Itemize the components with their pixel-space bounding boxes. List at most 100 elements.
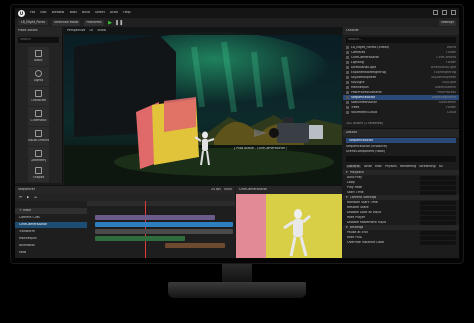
prop-value[interactable]: [420, 235, 456, 240]
tool-geometry[interactable]: Geometry: [28, 147, 49, 166]
details-tab[interactable]: Streaming: [419, 165, 435, 168]
camera-preview-header: CineCameraActor: [236, 186, 342, 194]
track-row[interactable]: Transform: [15, 229, 87, 235]
skip-forward-icon[interactable]: ⏭: [34, 196, 37, 199]
visibility-icon[interactable]: [346, 61, 349, 64]
clip-transform[interactable]: [95, 229, 233, 234]
details-search[interactable]: [346, 156, 456, 162]
prop-value[interactable]: [420, 200, 456, 205]
selection-mode-label: Selection Mode: [54, 20, 79, 24]
visibility-icon[interactable]: [346, 46, 349, 49]
visibility-icon[interactable]: [346, 86, 349, 89]
track-row[interactable]: Animation: [15, 243, 87, 249]
close-icon[interactable]: [451, 10, 456, 15]
prop-value[interactable]: [420, 180, 456, 185]
minimize-icon[interactable]: [433, 10, 438, 15]
place-actors-search[interactable]: Search: [18, 37, 59, 43]
component-row[interactable]: SceneComponent (Root): [343, 149, 459, 154]
prop-value[interactable]: [420, 185, 456, 190]
sequencer-timeline-ruler[interactable]: [87, 201, 235, 206]
level-tab[interactable]: L8_Night_Fores: [18, 19, 49, 26]
platforms-button[interactable]: Platforms: [84, 19, 104, 26]
prop-value[interactable]: [420, 220, 456, 225]
viewport-tab-lit[interactable]: Lit: [89, 29, 93, 32]
menu-file[interactable]: File: [30, 11, 35, 14]
pause-icon[interactable]: ❚❚: [115, 20, 123, 26]
visibility-icon[interactable]: [346, 71, 349, 74]
outliner-row-type: Cloud: [446, 110, 456, 114]
prop-value[interactable]: [420, 240, 456, 245]
track-row[interactable]: Camera Cuts: [15, 215, 87, 221]
menu-build[interactable]: Build: [82, 11, 90, 14]
visibility-icon[interactable]: [346, 81, 349, 84]
skip-back-icon[interactable]: ⏮: [19, 196, 22, 199]
selection-mode-button[interactable]: Selection Mode: [52, 19, 81, 26]
track-row[interactable]: Mannequin: [15, 236, 87, 242]
tool-character[interactable]: Character: [28, 87, 49, 106]
prop-row[interactable]: Override Instance Data: [343, 240, 459, 245]
tool-visual-effects-label: Visual Effects: [27, 139, 50, 143]
details-tab[interactable]: All: [439, 165, 443, 168]
outliner-row-type: Folder: [446, 105, 456, 109]
prop-label: Random Start Time: [347, 200, 378, 204]
play-icon[interactable]: ▶: [27, 196, 29, 199]
tool-basic[interactable]: Basic: [28, 47, 49, 66]
prop-label: Start Time: [347, 190, 364, 194]
track-row[interactable]: Fade: [15, 250, 87, 256]
menu-help[interactable]: Help: [123, 11, 130, 14]
details-tab[interactable]: Rendering: [400, 165, 416, 168]
details-tab[interactable]: General: [346, 164, 361, 169]
sequencer-title: Sequencer: [18, 188, 36, 192]
track-label: Animation: [19, 244, 36, 248]
clip-camera-cuts[interactable]: [95, 215, 215, 220]
visibility-icon[interactable]: [346, 96, 349, 99]
visibility-icon[interactable]: [346, 66, 349, 69]
track-add[interactable]: + Track: [15, 208, 87, 214]
prop-value[interactable]: [420, 210, 456, 215]
menu-actor[interactable]: Actor: [110, 11, 118, 14]
visibility-icon[interactable]: [346, 111, 349, 114]
outliner-row-type: PostProcess: [437, 90, 456, 94]
viewport-tab-show[interactable]: Show: [97, 29, 106, 32]
visibility-icon[interactable]: [346, 56, 349, 59]
unreal-logo-icon[interactable]: U: [18, 9, 25, 17]
menu-window[interactable]: Window: [52, 11, 65, 14]
tool-cinematic[interactable]: Cinematic: [28, 107, 49, 126]
visibility-icon[interactable]: [346, 106, 349, 109]
menu-edit[interactable]: Edit: [40, 11, 46, 14]
prop-value[interactable]: [420, 175, 456, 180]
level-viewport[interactable]: Perspective Lit Show [ Pilot Active - Ci…: [64, 27, 342, 185]
details-tab[interactable]: Physics: [385, 165, 397, 168]
clip-camera[interactable]: [95, 222, 233, 227]
details-tab[interactable]: Misc: [375, 165, 382, 168]
clip-animation[interactable]: [165, 243, 225, 248]
tool-shapes[interactable]: Shapes: [28, 165, 49, 182]
prop-value[interactable]: [420, 230, 456, 235]
settings-button[interactable]: Settings: [438, 19, 456, 26]
details-tab[interactable]: Actor: [364, 165, 372, 168]
viewport-tab-perspective[interactable]: Perspective: [67, 29, 85, 32]
details-actor-name[interactable]: SequenceActor: [346, 138, 456, 143]
play-icon[interactable]: ▶: [108, 20, 113, 26]
clip-mannequin[interactable]: [95, 236, 185, 241]
sequencer-fps[interactable]: 24 fps: [211, 188, 221, 191]
visibility-icon[interactable]: [346, 76, 349, 79]
outliner-row-label: L8_Night_Forest (Editor): [351, 45, 390, 49]
prop-value[interactable]: [420, 205, 456, 210]
visibility-icon[interactable]: [346, 101, 349, 104]
menu-select[interactable]: Select: [95, 11, 105, 14]
tool-lights[interactable]: Lights: [28, 67, 49, 86]
prop-label: Hide HUD: [347, 235, 363, 239]
menu-tools[interactable]: Tools: [69, 11, 77, 14]
visibility-icon[interactable]: [346, 51, 349, 54]
visibility-icon[interactable]: [346, 91, 349, 94]
prop-value[interactable]: [420, 190, 456, 195]
tool-visual-effects[interactable]: Visual Effects: [28, 127, 49, 146]
track-row[interactable]: CineCameraActor: [15, 222, 87, 228]
outliner-search[interactable]: Search...: [346, 37, 456, 43]
outliner-row[interactable]: VolumetricCloud Cloud: [343, 110, 459, 115]
sequencer-time[interactable]: 0000: [224, 188, 232, 191]
sequencer-transport: ⏮ ▶ ⏭: [15, 194, 235, 201]
maximize-icon[interactable]: [442, 10, 447, 15]
prop-value[interactable]: [420, 215, 456, 220]
